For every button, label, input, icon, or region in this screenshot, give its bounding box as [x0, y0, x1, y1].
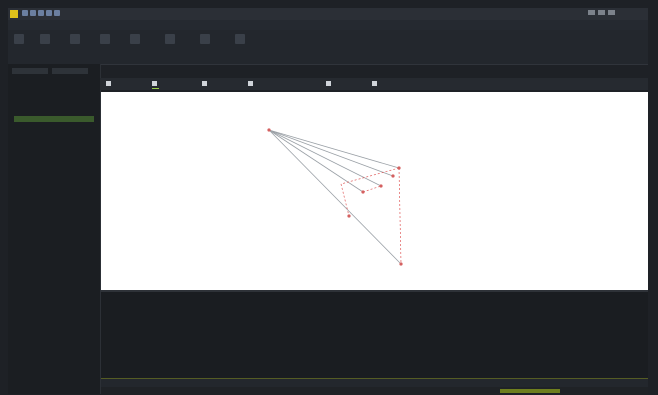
vertex-point	[267, 128, 271, 132]
ribbon-tool-icon[interactable]	[235, 34, 245, 44]
drawing-line	[268, 129, 402, 265]
ribbon-tool-icon[interactable]	[130, 34, 140, 44]
vertex-point	[379, 184, 383, 188]
status-indicator	[500, 389, 560, 393]
project-sidebar	[8, 64, 101, 394]
tab[interactable]	[106, 80, 113, 88]
output-console	[101, 290, 648, 382]
open-file-icon[interactable]	[30, 10, 36, 16]
title-bar	[8, 8, 648, 20]
tab-active[interactable]	[152, 80, 159, 89]
sidebar-dropdown[interactable]	[12, 68, 48, 74]
tab[interactable]	[326, 80, 333, 88]
ribbon-tool-icon[interactable]	[70, 34, 80, 44]
dimension-line	[362, 185, 382, 193]
ribbon-tool-icon[interactable]	[165, 34, 175, 44]
save-icon[interactable]	[38, 10, 44, 16]
tree-item-selected[interactable]	[14, 116, 94, 122]
drawing-lines	[267, 128, 403, 266]
dimension-line	[340, 183, 350, 217]
tab[interactable]	[248, 80, 255, 88]
tab[interactable]	[372, 80, 379, 88]
minimize-icon[interactable]	[588, 10, 595, 15]
menu-bar	[8, 20, 648, 30]
tab[interactable]	[202, 80, 209, 88]
ribbon-tool-icon[interactable]	[200, 34, 210, 44]
vertex-point	[399, 262, 403, 266]
vertex-point	[347, 214, 351, 218]
status-bar	[101, 387, 648, 395]
new-file-icon[interactable]	[22, 10, 28, 16]
ribbon-tool-icon[interactable]	[40, 34, 50, 44]
vertex-point	[391, 174, 395, 178]
undo-icon[interactable]	[46, 10, 52, 16]
app-logo-icon[interactable]	[10, 10, 18, 18]
dimension-line	[398, 167, 402, 265]
drawing-line	[268, 129, 394, 177]
drawing-line	[268, 129, 364, 193]
ribbon-tool-icon[interactable]	[100, 34, 110, 44]
sidebar-search-input[interactable]	[52, 68, 88, 74]
close-icon[interactable]	[608, 10, 615, 15]
maximize-icon[interactable]	[598, 10, 605, 15]
ribbon-tool-icon[interactable]	[14, 34, 24, 44]
drawing-canvas[interactable]	[101, 92, 648, 290]
vertex-point	[397, 166, 401, 170]
vertex-point	[361, 190, 365, 194]
redo-icon[interactable]	[54, 10, 60, 16]
